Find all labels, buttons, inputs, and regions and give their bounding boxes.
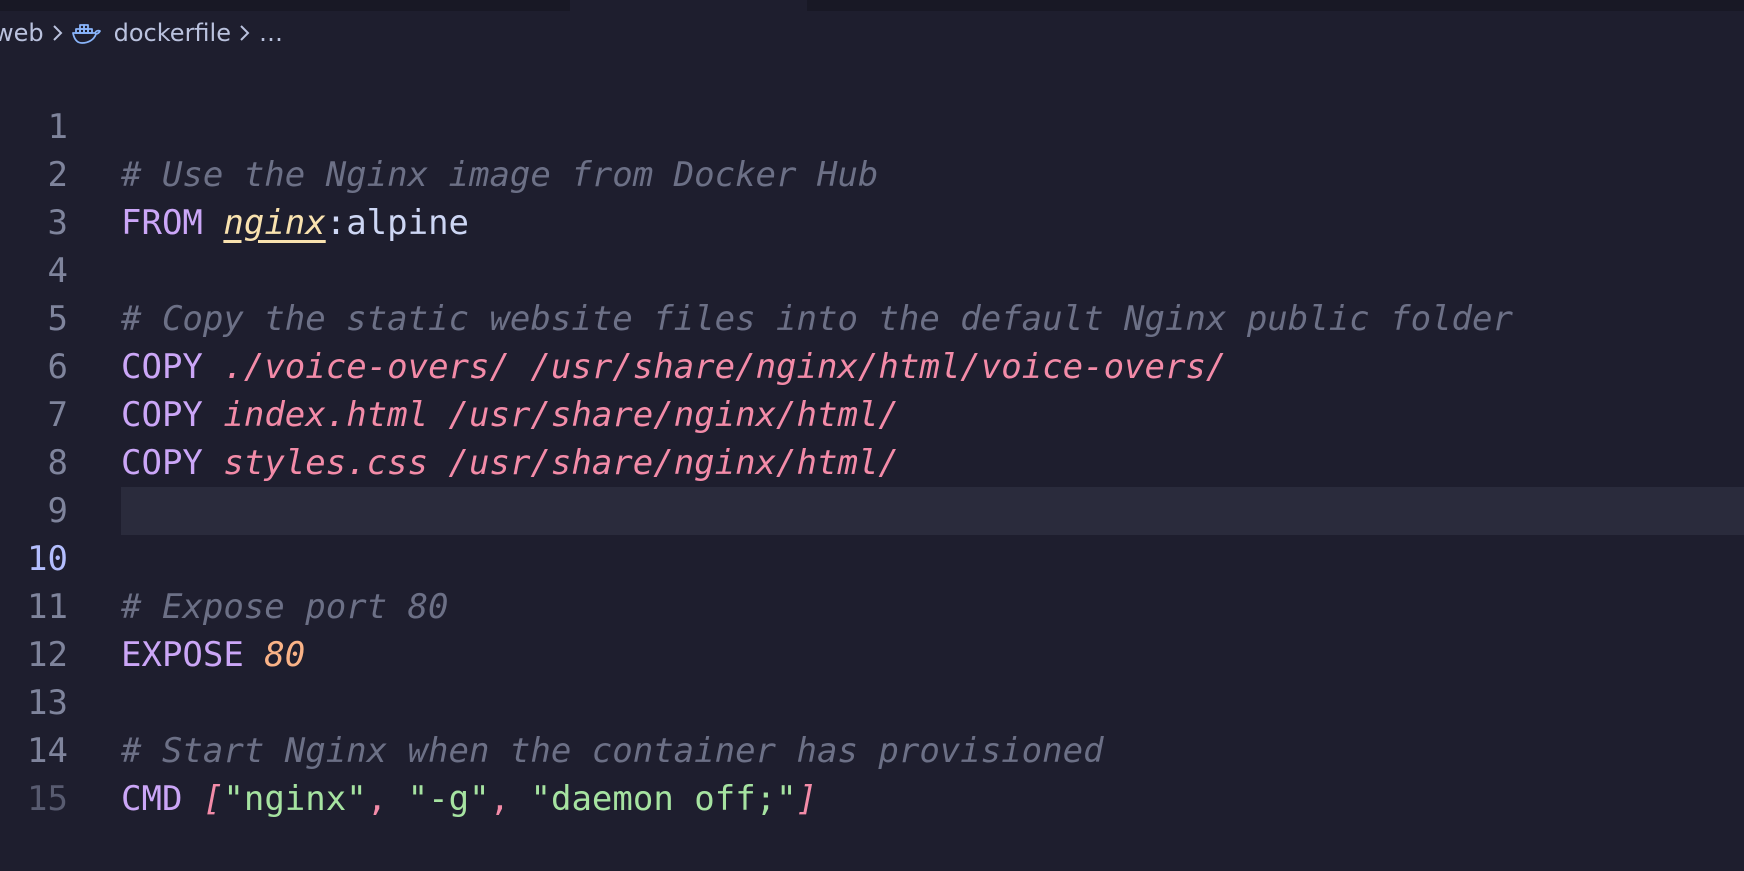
code-line[interactable]: 14 CMD ["nginx", "-g", "daemon off;"] bbox=[0, 679, 1744, 819]
code-line[interactable]: 13 # Start Nginx when the container has … bbox=[0, 631, 1744, 771]
string-literal: "-g" bbox=[407, 779, 490, 819]
open-bracket: [ bbox=[202, 779, 224, 819]
line-number: 15 bbox=[27, 779, 68, 819]
breadcrumb-folder-web[interactable]: web bbox=[0, 19, 44, 47]
keyword: CMD bbox=[121, 779, 183, 819]
code-line[interactable]: 2 FROM nginx:alpine bbox=[0, 103, 1744, 243]
breadcrumb-file-dockerfile[interactable]: dockerfile bbox=[114, 19, 231, 47]
code-line[interactable]: 7 COPY styles.css /usr/share/nginx/html/ bbox=[0, 343, 1744, 483]
code-line[interactable]: 8 COPY script.js /usr/share/nginx/html/ bbox=[0, 391, 1744, 531]
code-editor[interactable]: 1 # Use the Nginx image from Docker Hub … bbox=[0, 55, 1744, 819]
comma: , bbox=[489, 779, 511, 819]
code-line[interactable]: 12 bbox=[0, 583, 1744, 675]
code-line-current[interactable]: 10 # Expose port 80 bbox=[0, 487, 1744, 627]
code-line[interactable]: 9 bbox=[0, 439, 1744, 531]
code-line[interactable]: 1 # Use the Nginx image from Docker Hub bbox=[0, 55, 1744, 195]
chevron-right-icon bbox=[239, 23, 251, 43]
code-line[interactable]: 5 COPY ./voice-overs/ /usr/share/nginx/h… bbox=[0, 247, 1744, 387]
comma: , bbox=[366, 779, 388, 819]
code-line[interactable]: 11 EXPOSE 80 bbox=[0, 535, 1744, 675]
active-tab[interactable] bbox=[570, 0, 807, 11]
string-literal: "daemon off;" bbox=[530, 779, 797, 819]
code-line[interactable]: 4 # Copy the static website files into t… bbox=[0, 199, 1744, 339]
close-bracket: ] bbox=[796, 779, 818, 819]
code-line[interactable]: 15 bbox=[0, 727, 1744, 819]
tab-bar bbox=[0, 0, 1744, 11]
code-line[interactable]: 3 bbox=[0, 151, 1744, 243]
breadcrumb: web dockerfile … bbox=[0, 11, 1744, 55]
code-line[interactable]: 6 COPY index.html /usr/share/nginx/html/ bbox=[0, 295, 1744, 435]
chevron-right-icon bbox=[52, 23, 64, 43]
breadcrumb-symbol-ellipsis[interactable]: … bbox=[259, 19, 283, 47]
docker-whale-icon bbox=[71, 21, 102, 45]
string-literal: "nginx" bbox=[223, 779, 367, 819]
